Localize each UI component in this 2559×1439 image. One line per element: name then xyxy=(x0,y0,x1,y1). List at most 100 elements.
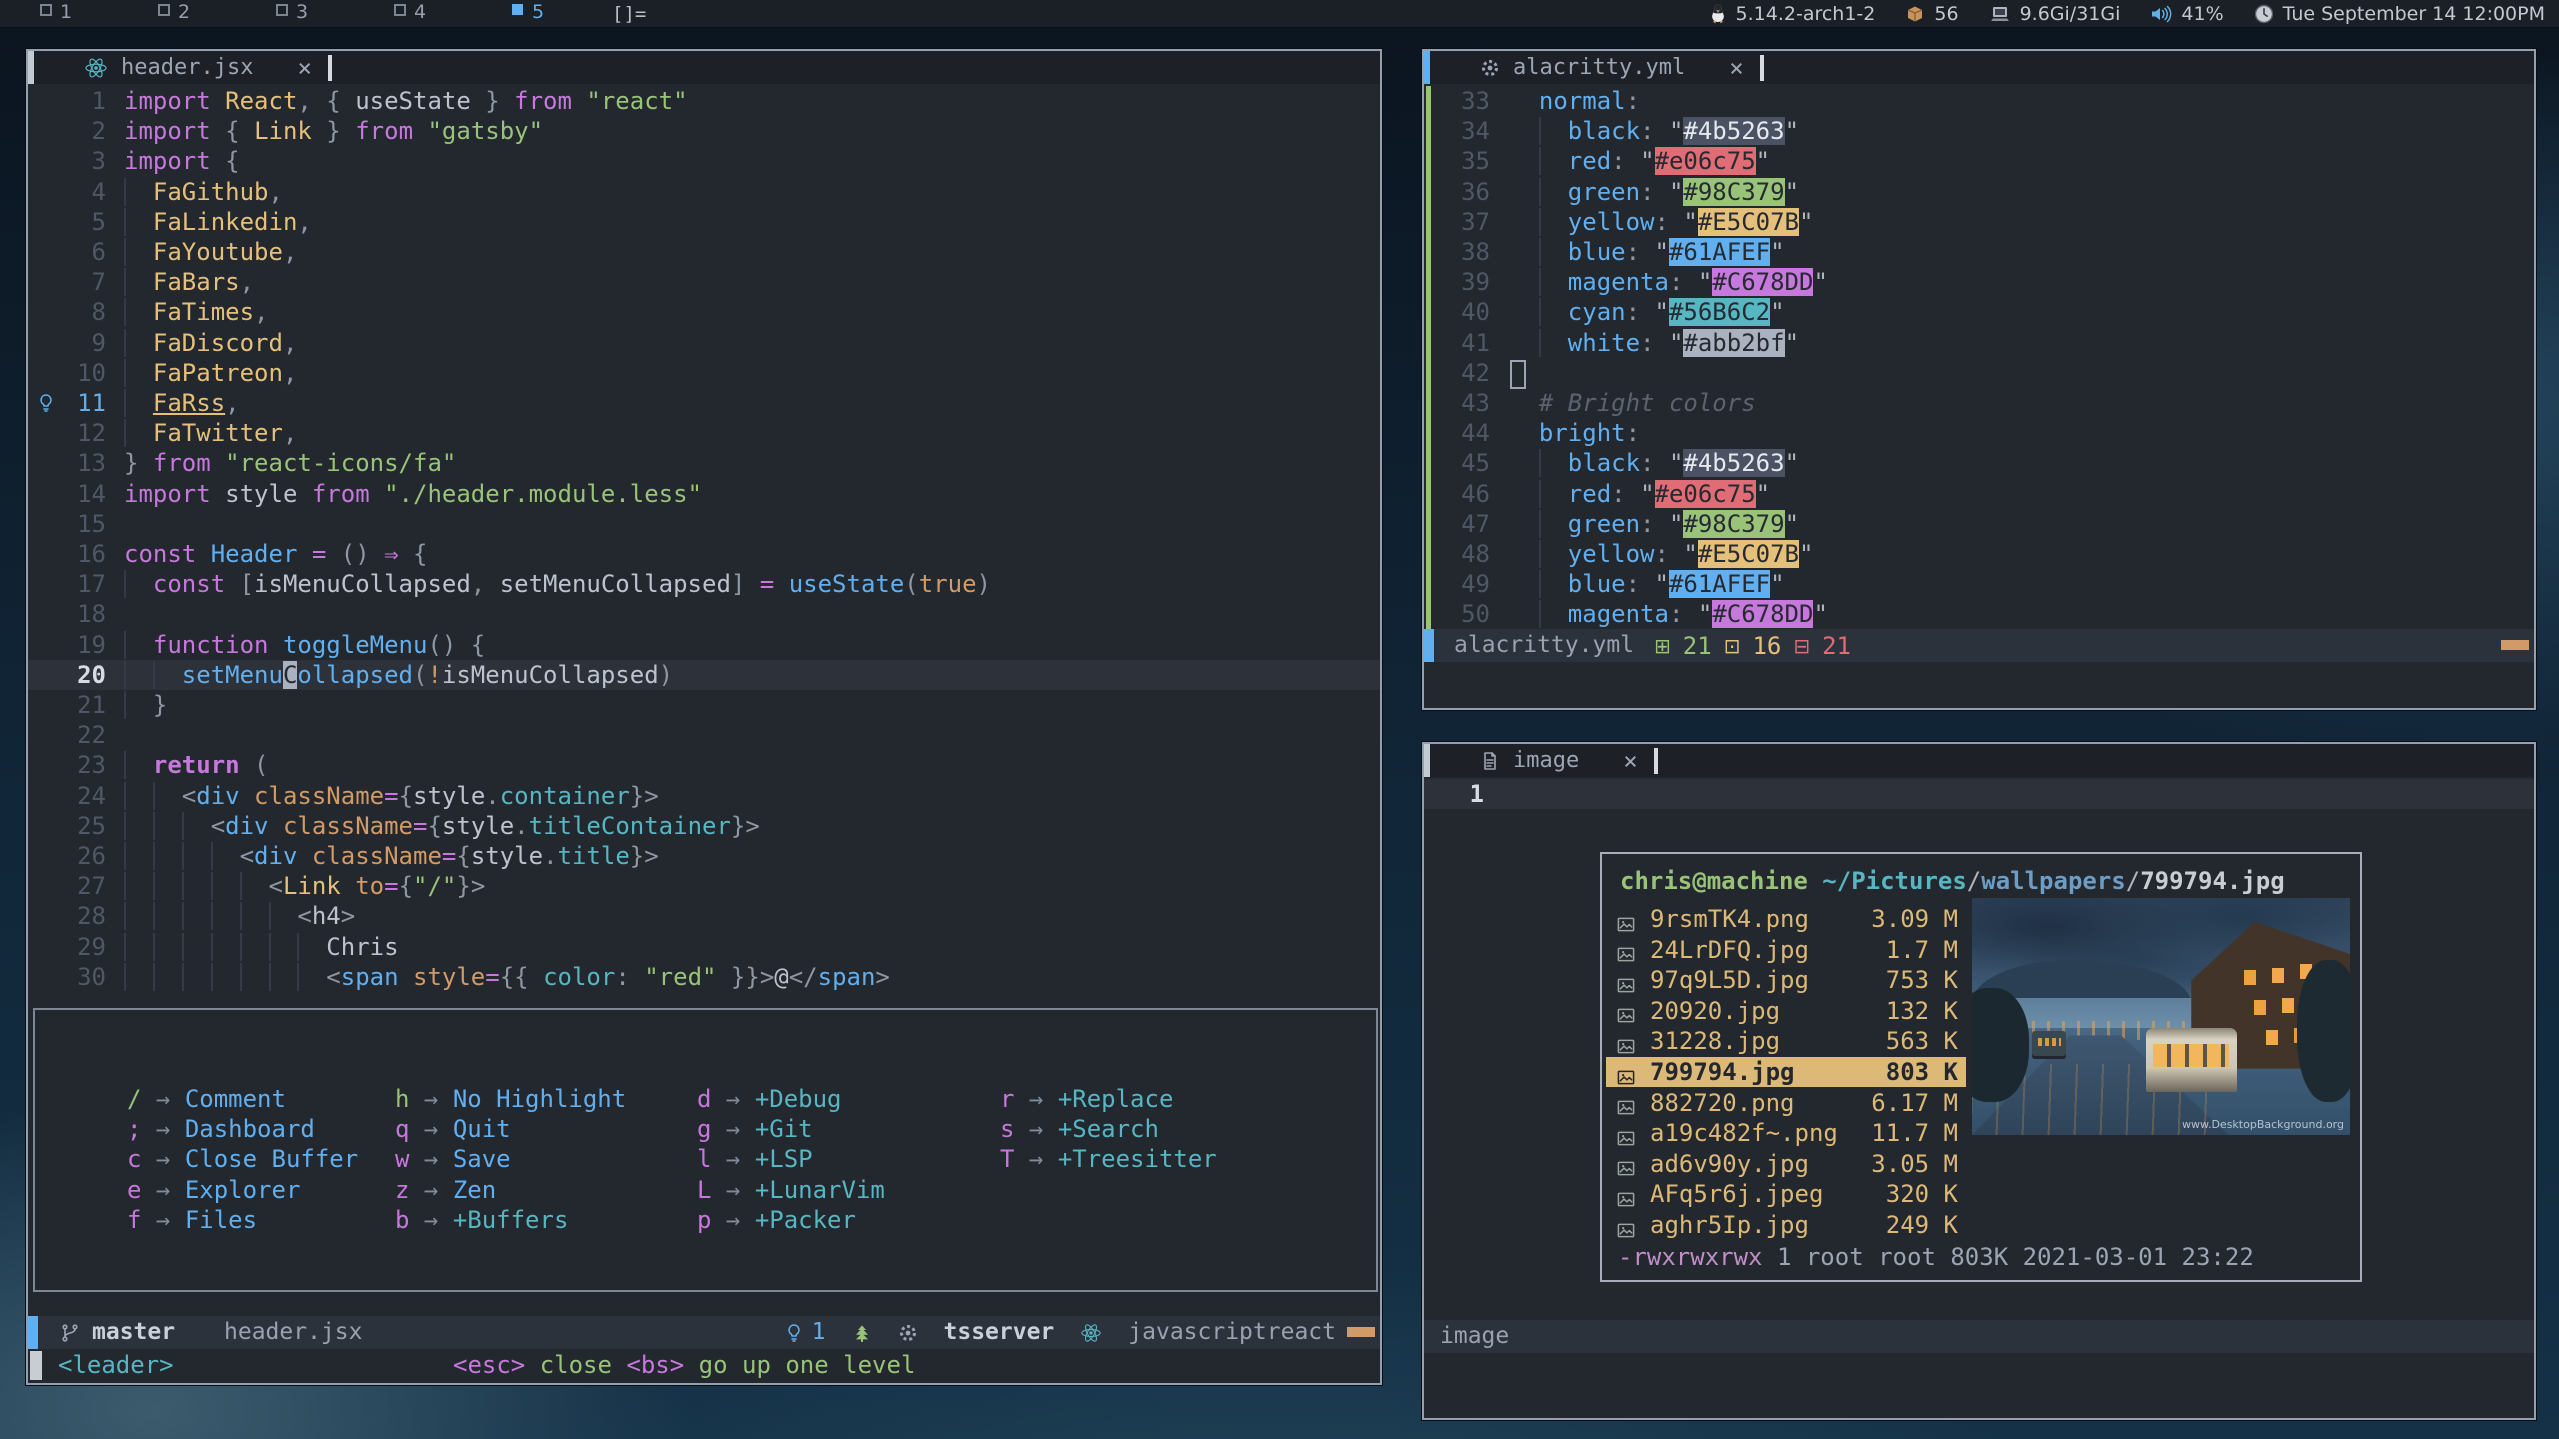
which-key-item-p[interactable]: p → +Packer xyxy=(697,1205,856,1235)
file-row-882720.png[interactable]: 882720.png6.17 M xyxy=(1606,1088,1966,1118)
which-key-item-r[interactable]: r → +Replace xyxy=(1000,1084,1173,1114)
file-row-ad6v90y.jpg[interactable]: ad6v90y.jpg3.05 M xyxy=(1606,1149,1966,1179)
code-line-16: 16const Header = () ⇒ { xyxy=(28,539,1380,569)
file-row-AFq5r6j.jpeg[interactable]: AFq5r6j.jpeg320 K xyxy=(1606,1179,1966,1209)
tray-item-tux[interactable]: 5.14.2-arch1-2 xyxy=(1709,3,1876,25)
token: ⇒ xyxy=(370,540,399,568)
line-number: 14 xyxy=(28,479,106,509)
token: }> xyxy=(630,782,659,810)
scroll-position-indicator[interactable] xyxy=(2501,640,2529,650)
command-line-alacritty[interactable] xyxy=(1424,662,2534,695)
line-number: 27 xyxy=(28,871,106,901)
token: ollapsed xyxy=(297,661,413,689)
workspace-button-2[interactable]: 2 xyxy=(136,0,254,27)
which-key-item-;[interactable]: ; → Dashboard xyxy=(127,1114,315,1144)
file-row-a19c482f~.png[interactable]: a19c482f~.png11.7 M xyxy=(1606,1118,1966,1148)
image-preview: www.DesktopBackground.org xyxy=(1972,898,2350,1135)
path-token: ~/Pictures xyxy=(1822,867,1967,895)
tray-text: 41% xyxy=(2181,3,2223,25)
lightbulb-icon xyxy=(36,392,56,413)
token: @ xyxy=(774,963,788,991)
which-key-item-s[interactable]: s → +Search xyxy=(1000,1114,1159,1144)
which-key-label: +Debug xyxy=(755,1085,842,1113)
code-text: FaYoutube, xyxy=(124,237,297,267)
tray-item-memory[interactable]: 9.6Gi/31Gi xyxy=(1989,3,2121,25)
workspace-button-5[interactable]: 5 xyxy=(490,0,608,27)
statusline-image: image xyxy=(1424,1320,2534,1353)
file-row-24LrDFQ.jpg[interactable]: 24LrDFQ.jpg1.7 M xyxy=(1606,935,1966,965)
token: , xyxy=(283,238,297,266)
token: , xyxy=(269,178,283,206)
close-icon[interactable]: × xyxy=(1623,747,1637,775)
file-row-9rsmTK4.png[interactable]: 9rsmTK4.png3.09 M xyxy=(1606,904,1966,934)
command-line-image[interactable] xyxy=(1424,1353,2534,1386)
command-line-left[interactable]: <leader> <esc> close <bs> go up one leve… xyxy=(28,1349,1380,1382)
tab-header-jsx[interactable]: header.jsx × xyxy=(34,54,312,82)
tray-item-package[interactable]: 56 xyxy=(1905,3,1958,25)
which-key-item-q[interactable]: q → Quit xyxy=(395,1114,511,1144)
which-key-item-h[interactable]: h → No Highlight xyxy=(395,1084,626,1114)
which-key-item-b[interactable]: b → +Buffers xyxy=(395,1205,568,1235)
token: #4b5263 xyxy=(1683,449,1784,477)
treesitter-tree-icon xyxy=(852,1322,872,1343)
token: , xyxy=(283,419,297,447)
which-key-label: +Treesitter xyxy=(1058,1145,1217,1173)
which-key-item-c[interactable]: c → Close Buffer xyxy=(127,1144,358,1174)
token: = xyxy=(297,540,340,568)
token: isMenuCollapsed xyxy=(254,570,471,598)
close-icon[interactable]: × xyxy=(1729,54,1743,82)
which-key-item-/[interactable]: / → Comment xyxy=(127,1084,286,1114)
which-key-item-w[interactable]: w → Save xyxy=(395,1144,511,1174)
close-icon[interactable]: × xyxy=(297,54,311,82)
token: #abb2bf xyxy=(1683,329,1784,357)
token: { xyxy=(427,812,441,840)
code-text: blue: "#61AFEF" xyxy=(1510,237,1785,267)
token: normal xyxy=(1510,87,1626,115)
workspace-button-4[interactable]: 4 xyxy=(372,0,490,27)
token: red xyxy=(1510,480,1611,508)
tab-alacritty-yml[interactable]: alacritty.yml × xyxy=(1430,54,1744,82)
which-key-item-z[interactable]: z → Zen xyxy=(395,1175,496,1205)
workspace-button-1[interactable]: 1 xyxy=(18,0,136,27)
which-key-item-d[interactable]: d → +Debug xyxy=(697,1084,842,1114)
token: ] xyxy=(731,570,760,598)
file-row-20920.jpg[interactable]: 20920.jpg132 K xyxy=(1606,996,1966,1026)
tab-image[interactable]: image × xyxy=(1430,747,1638,775)
preview-tram xyxy=(2146,1028,2237,1092)
info-token: -rwxrwxrwx xyxy=(1618,1243,1763,1271)
token: red xyxy=(1510,147,1611,175)
code-text: import style from "./header.module.less" xyxy=(124,479,702,509)
tray-item-clock[interactable]: Tue September 14 12:00PM xyxy=(2254,3,2545,25)
code-buffer-alacritty[interactable]: 33 normal:34 black: "#4b5263"35 red: "#e… xyxy=(1424,86,2534,631)
which-key-item-f[interactable]: f → Files xyxy=(127,1205,257,1235)
workspace-button-3[interactable]: 3 xyxy=(254,0,372,27)
token: " xyxy=(1785,449,1799,477)
code-text: <h4> xyxy=(124,901,355,931)
which-key-item-e[interactable]: e → Explorer xyxy=(127,1175,300,1205)
file-row-31228.jpg[interactable]: 31228.jpg563 K xyxy=(1606,1026,1966,1056)
scroll-position-indicator[interactable] xyxy=(1347,1327,1375,1337)
which-key-item-L[interactable]: L → +LunarVim xyxy=(697,1175,885,1205)
code-line-41: 41 white: "#abb2bf" xyxy=(1424,328,2534,358)
line-number: 33 xyxy=(1424,86,1490,116)
token: { xyxy=(225,117,254,145)
file-row-aghr5Ip.jpg[interactable]: aghr5Ip.jpg249 K xyxy=(1606,1210,1966,1240)
preview-tree-left xyxy=(1972,988,2029,1102)
token: = xyxy=(413,812,427,840)
code-buffer-left[interactable]: 1import React, { useState } from "react"… xyxy=(28,86,1380,994)
tray-item-volume[interactable]: 41% xyxy=(2150,3,2223,25)
which-key-item-l[interactable]: l → +LSP xyxy=(697,1144,813,1174)
which-key-item-T[interactable]: T → +Treesitter xyxy=(1000,1144,1217,1174)
image-file-icon xyxy=(1616,1183,1636,1213)
which-key-item-g[interactable]: g → +Git xyxy=(697,1114,813,1144)
file-row-97q9L5D.jpg[interactable]: 97q9L5D.jpg753 K xyxy=(1606,965,1966,995)
code-line-37: 37 yellow: "#E5C07B" xyxy=(1424,207,2534,237)
token: import xyxy=(124,117,225,145)
statusline-filename: header.jsx xyxy=(224,1316,362,1349)
token: : xyxy=(1626,570,1655,598)
token: , xyxy=(225,389,239,417)
code-text: normal: xyxy=(1510,86,1640,116)
file-row-799794.jpg[interactable]: 799794.jpg803 K xyxy=(1606,1057,1966,1087)
token: </ xyxy=(789,963,818,991)
token: FaYoutube xyxy=(124,238,283,266)
